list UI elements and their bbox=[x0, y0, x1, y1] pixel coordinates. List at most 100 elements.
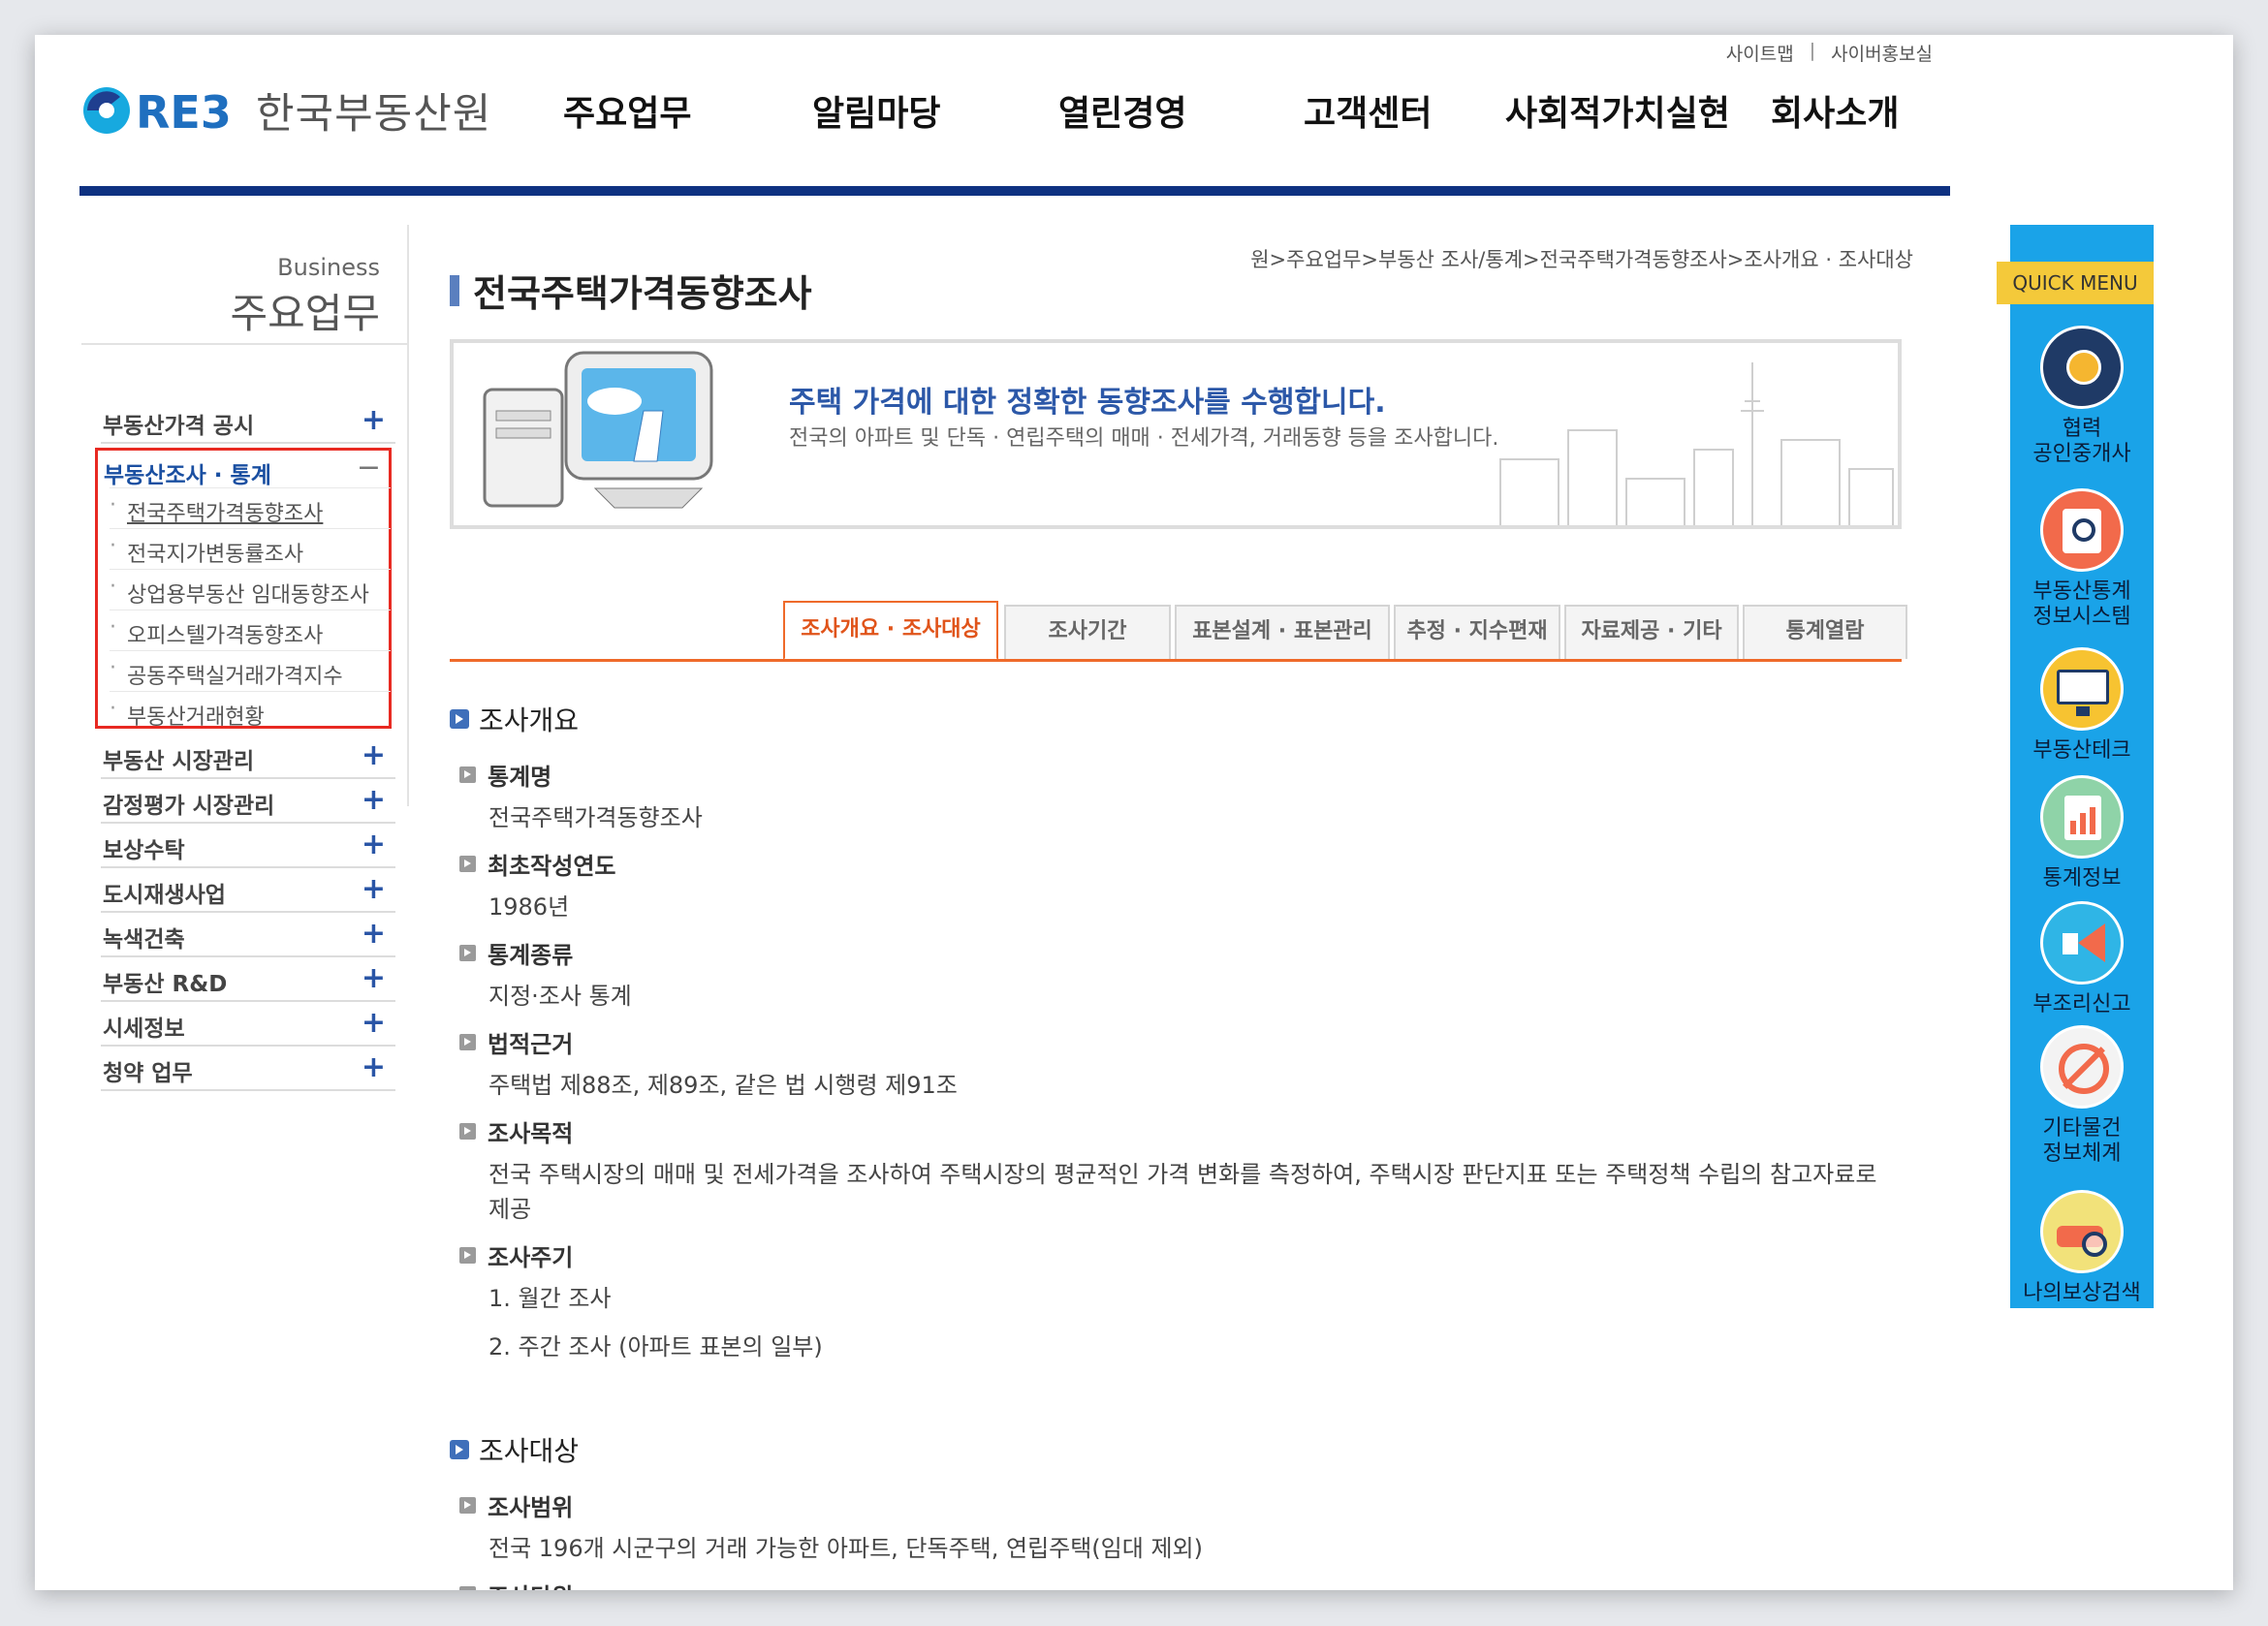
item-label-text: 조사목적 bbox=[488, 1120, 574, 1147]
page-title: 전국주택가격동향조사 bbox=[450, 264, 812, 317]
utility-links: 사이트맵 | 사이버홍보실 bbox=[1726, 40, 1933, 66]
quick-item-stats-system[interactable]: 부동산통계 정보시스템 bbox=[2010, 488, 2154, 630]
side-nav-item-green-building[interactable]: 녹색건축 + bbox=[101, 913, 395, 957]
quick-item-label: 부동산테크 bbox=[2032, 738, 2131, 763]
prohibited-icon bbox=[2040, 1025, 2124, 1109]
item-arrow-icon bbox=[459, 1497, 476, 1514]
gnb-social-value[interactable]: 사회적가치실현 bbox=[1505, 85, 1730, 136]
magnifier-icon bbox=[2040, 488, 2124, 572]
sub-item-apartment-index[interactable]: · 공동주택실거래가격지수 bbox=[110, 650, 391, 689]
bullet-icon: · bbox=[110, 493, 116, 517]
bar-chart-icon bbox=[2040, 775, 2124, 859]
page-title-text: 전국주택가격동향조사 bbox=[473, 272, 812, 315]
side-nav-item-price-info[interactable]: 시세정보 + bbox=[101, 1002, 395, 1047]
quick-item-corruption-report[interactable]: 부조리신고 bbox=[2010, 901, 2154, 1017]
side-nav-item-appraisal[interactable]: 감정평가 시장관리 + bbox=[101, 779, 395, 824]
global-nav: 주요업무 알림마당 열린경영 고객센터 사회적가치실현 회사소개 bbox=[528, 85, 1982, 143]
sub-item-officetel[interactable]: · 오피스텔가격동향조사 bbox=[110, 610, 391, 648]
tab-statistics[interactable]: 통계열람 bbox=[1743, 605, 1907, 659]
side-nav-item-label: 부동산가격 공시 bbox=[103, 414, 255, 439]
cyber-pr-link[interactable]: 사이버홍보실 bbox=[1831, 40, 1933, 66]
item-arrow-icon bbox=[459, 1123, 476, 1140]
item-value-purpose-cont: 제공 bbox=[488, 1196, 532, 1223]
item-value-stat-type: 지정·조사 통계 bbox=[488, 983, 632, 1010]
item-value-legal-basis: 주택법 제88조, 제89조, 같은 법 시행령 제91조 bbox=[488, 1072, 958, 1099]
side-nav-item-market[interactable]: 부동산 시장관리 + bbox=[101, 735, 395, 779]
sub-item-housing-price[interactable]: · 전국주택가격동향조사 bbox=[110, 487, 391, 526]
bullet-icon: · bbox=[110, 534, 116, 558]
item-label-scope: 조사범위 bbox=[459, 1488, 573, 1522]
quick-item-compensation-search[interactable]: 나의보상검색 bbox=[2010, 1190, 2154, 1306]
collapse-minus-icon[interactable]: − bbox=[357, 451, 381, 485]
logo[interactable]: RE3 한국부동산원 bbox=[79, 79, 491, 141]
side-nav-item-rnd[interactable]: 부동산 R&D + bbox=[101, 957, 395, 1002]
sub-item-label: 전국주택가격동향조사 bbox=[127, 502, 324, 526]
side-nav-item-subscription[interactable]: 청약 업무 + bbox=[101, 1047, 395, 1091]
gnb-company-intro[interactable]: 회사소개 bbox=[1771, 85, 1899, 136]
tab-overview-target[interactable]: 조사개요 · 조사대상 bbox=[783, 601, 998, 661]
quick-item-label: 나의보상검색 bbox=[2023, 1281, 2141, 1305]
quick-item-stat-info[interactable]: 통계정보 bbox=[2010, 775, 2154, 891]
gnb-customer-center[interactable]: 고객센터 bbox=[1304, 85, 1432, 136]
tab-period[interactable]: 조사기간 bbox=[1004, 605, 1171, 659]
item-arrow-icon bbox=[459, 1247, 476, 1264]
quick-item-label: 부조리신고 bbox=[2032, 992, 2131, 1016]
quick-item-label-line2: 공인중개사 bbox=[2032, 442, 2131, 466]
sub-item-commercial-rent[interactable]: · 상업용부동산 임대동향조사 bbox=[110, 569, 391, 608]
expand-plus-icon[interactable]: + bbox=[362, 1050, 386, 1084]
quick-item-other-goods[interactable]: 기타물건 정보체계 bbox=[2010, 1025, 2154, 1167]
expand-plus-icon[interactable]: + bbox=[362, 1006, 386, 1040]
tab-estimation[interactable]: 추정 · 지수편재 bbox=[1394, 605, 1560, 659]
sub-item-land-price[interactable]: · 전국지가변동률조사 bbox=[110, 528, 391, 567]
sub-item-transactions[interactable]: · 부동산거래현황 bbox=[110, 691, 391, 730]
item-label-text: 통계종류 bbox=[488, 942, 574, 969]
expand-plus-icon[interactable]: + bbox=[362, 738, 386, 772]
sub-item-label: 부동산거래현황 bbox=[127, 705, 265, 730]
monitor-icon bbox=[2040, 647, 2124, 731]
tab-sample-design[interactable]: 표본설계 · 표본관리 bbox=[1175, 605, 1390, 659]
expand-plus-icon[interactable]: + bbox=[362, 403, 386, 437]
gnb-open-management[interactable]: 열린경영 bbox=[1058, 85, 1186, 136]
item-label-text: 최초작성연도 bbox=[488, 853, 616, 880]
side-nav-item-label: 감정평가 시장관리 bbox=[103, 794, 275, 819]
item-label-stat-type: 통계종류 bbox=[459, 936, 573, 970]
side-nav-item-compensation[interactable]: 보상수탁 + bbox=[101, 824, 395, 868]
expand-plus-icon[interactable]: + bbox=[362, 783, 386, 817]
item-label-text: 조사단위 bbox=[488, 1578, 573, 1590]
bullet-icon: · bbox=[110, 615, 116, 640]
gnb-notice[interactable]: 알림마당 bbox=[812, 85, 940, 136]
item-label-purpose: 조사목적 bbox=[459, 1114, 573, 1148]
side-nav-item-urban-regeneration[interactable]: 도시재생사업 + bbox=[101, 868, 395, 913]
side-nav-item-price-notice[interactable]: 부동산가격 공시 + bbox=[101, 399, 395, 444]
section-heading-overview: 조사개요 bbox=[450, 700, 579, 738]
item-value-cycle-monthly: 1. 월간 조사 bbox=[488, 1285, 612, 1312]
expand-plus-icon[interactable]: + bbox=[362, 917, 386, 951]
item-label-text: 통계명 bbox=[488, 764, 552, 791]
city-skyline-illustration bbox=[1499, 362, 1894, 525]
tab-data-provision[interactable]: 자료제공 · 기타 bbox=[1564, 605, 1739, 659]
expand-plus-icon[interactable]: + bbox=[362, 828, 386, 861]
sitemap-link[interactable]: 사이트맵 bbox=[1726, 40, 1794, 66]
sub-item-label: 전국지가변동률조사 bbox=[127, 543, 304, 567]
item-label-text: 법적근거 bbox=[488, 1031, 574, 1058]
svg-text:RE3: RE3 bbox=[136, 86, 232, 138]
breadcrumb: 원>주요업무>부동산 조사/통계>전국주택가격동향조사>조사개요 · 조사대상 bbox=[1250, 248, 1913, 271]
megaphone-icon bbox=[2040, 901, 2124, 985]
item-value-first-year: 1986년 bbox=[488, 893, 570, 921]
section-arrow-icon bbox=[450, 709, 469, 729]
item-arrow-icon bbox=[459, 945, 476, 961]
quick-item-partner-agents[interactable]: 협력 공인중개사 bbox=[2010, 326, 2154, 467]
quick-item-proptech[interactable]: 부동산테크 bbox=[2010, 647, 2154, 764]
quick-item-label: 부동산통계 bbox=[2032, 579, 2131, 604]
expand-plus-icon[interactable]: + bbox=[362, 961, 386, 995]
banner: 주택 가격에 대한 정확한 동향조사를 수행합니다. 전국의 아파트 및 단독 … bbox=[450, 339, 1902, 529]
section-heading-target: 조사대상 bbox=[450, 1430, 579, 1469]
sub-item-label: 상업용부동산 임대동향조사 bbox=[127, 583, 369, 608]
tab-bar: 조사개요 · 조사대상 조사기간 표본설계 · 표본관리 추정 · 지수편재 자… bbox=[450, 566, 1907, 663]
gnb-main-business[interactable]: 주요업무 bbox=[563, 85, 691, 136]
side-nav-item-label: 부동산 시장관리 bbox=[103, 749, 255, 774]
side-nav-active-group: 부동산조사 · 통계 − · 전국주택가격동향조사 · 전국지가변동률조사 · … bbox=[95, 448, 392, 730]
expand-plus-icon[interactable]: + bbox=[362, 872, 386, 906]
side-nav-item-survey-stats[interactable]: 부동산조사 · 통계 bbox=[104, 456, 271, 489]
side-nav-title: Business 주요업무 bbox=[81, 225, 407, 345]
